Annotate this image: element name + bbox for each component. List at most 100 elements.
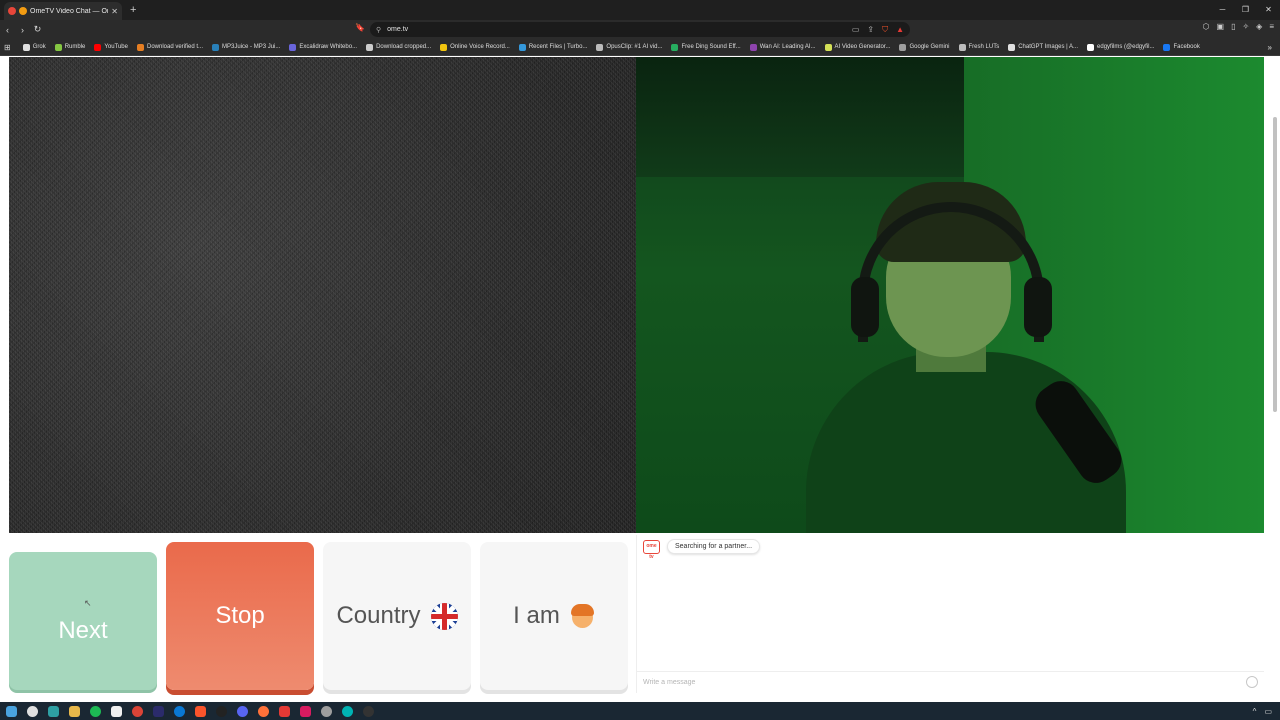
message-input[interactable]: Write a message [637,671,1264,693]
back-icon[interactable]: ‹ [0,25,15,35]
app-icon-c[interactable] [342,705,353,717]
spotify-icon[interactable] [90,705,101,717]
bookmark-label: Free Ding Sound Eff... [681,44,741,50]
iam-label: I am [513,602,560,629]
restore-icon[interactable]: ❐ [1234,0,1257,20]
reload-icon[interactable]: ↻ [30,24,45,35]
toolbar-extensions: ⬡ ▣ ▯ ✧ ◈ ≡ [1203,22,1274,31]
file-explorer-icon[interactable] [69,705,80,717]
bookmark-item[interactable]: edgyfilms (@edgyfil... [1087,43,1154,51]
uk-flag-icon [430,602,458,630]
copilot-icon[interactable] [48,705,59,717]
self-camera-video [636,57,1264,533]
obs-icon[interactable] [321,705,332,717]
bookmark-item[interactable]: Grok [22,43,46,51]
sidebar-icon[interactable]: ▯ [1231,22,1235,31]
search-icon[interactable] [27,705,38,717]
bookmark-favicon-icon [749,43,757,51]
page-scrollbar[interactable] [1273,117,1277,412]
bookmark-item[interactable]: YouTube [94,43,128,51]
bookmark-label: Online Voice Record... [450,44,510,50]
brave-rewards-icon[interactable]: ▲ [896,25,904,35]
site-info-icon[interactable]: ⚲ [376,26,381,34]
next-button[interactable]: Next [9,552,157,690]
minimize-icon[interactable]: ─ [1211,0,1234,20]
forward-icon[interactable]: › [15,25,30,35]
bookmark-label: Google Gemini [909,44,950,50]
capcut-icon[interactable] [300,705,311,717]
new-tab-button[interactable]: + [130,4,136,16]
edge-icon[interactable] [174,705,185,717]
app-icon-g2[interactable] [363,705,374,717]
bookmark-page-icon[interactable]: 🔖 [355,23,365,32]
bookmark-label: Recent Files | Turbo... [528,44,588,50]
bookmark-item[interactable]: AI Video Generator... [824,43,890,51]
brave-taskbar-icon[interactable] [195,705,206,717]
close-window-icon[interactable]: ✕ [1257,0,1280,20]
stop-button[interactable]: Stop [166,542,314,690]
ometv-logo-icon: ome tv [643,540,660,560]
menu-icon[interactable]: ≡ [1269,22,1274,31]
chat-panel: ome tv Searching for a partner... Write … [636,535,1264,693]
extension-icon[interactable]: ⬡ [1203,22,1210,31]
bookmark-favicon-icon [440,43,448,51]
start-icon[interactable] [6,705,17,717]
app-icon-g[interactable] [216,705,227,717]
window-controls: ─ ❐ ✕ [1211,0,1280,20]
bookmark-favicon-icon [289,43,297,51]
bookmark-item[interactable]: Facebook [1163,43,1200,51]
browser-toolbar: ‹ › ↻ 🔖 ⚲ ome.tv ▭ ⇪ ⛉ ▲ ⬡ ▣ ▯ ✧ ◈ ≡ [0,20,1280,39]
bookmark-favicon-icon [1087,43,1095,51]
bookmark-label: Excalidraw Whitebo... [299,44,358,50]
bookmark-item[interactable]: Fresh LUTs [958,43,999,51]
bookmark-item[interactable]: Download verified t... [136,43,203,51]
bookmark-item[interactable]: Google Gemini [899,43,950,51]
bookmark-favicon-icon [1163,43,1171,51]
bookmark-favicon-icon [136,43,144,51]
discord-icon[interactable] [237,705,248,717]
wallet-icon[interactable]: ▣ [1217,22,1225,31]
bookmark-favicon-icon [212,43,220,51]
address-bar[interactable]: ⚲ ome.tv ▭ ⇪ ⛉ ▲ [370,22,910,37]
bookmark-item[interactable]: ChatGPT Images | A... [1008,43,1079,51]
more-bookmarks-icon[interactable]: » [1268,43,1272,52]
share-icon[interactable]: ⇪ [867,25,874,35]
tray-chevron-icon[interactable]: ^ [1253,707,1257,716]
bookmark-label: Grok [32,44,46,50]
brave-shields-icon[interactable]: ⛉ [882,25,888,35]
bookmark-favicon-icon [899,43,907,51]
bookmark-favicon-icon [366,43,374,51]
leo-ai-icon[interactable]: ✧ [1242,22,1249,31]
ometv-favicon-icon [19,7,27,15]
bookmark-label: ChatGPT Images | A... [1018,44,1079,50]
user-figure [796,162,1126,533]
emoji-icon[interactable] [1246,676,1258,688]
bookmark-item[interactable]: Online Voice Record... [440,43,510,51]
vpn-icon[interactable]: ◈ [1256,22,1262,31]
bookmark-item[interactable]: Rumble [54,43,85,51]
stop-label: Stop [215,602,265,629]
gender-button[interactable]: I am [480,542,628,690]
chrome-icon[interactable] [132,705,143,717]
after-effects-icon[interactable] [153,705,164,717]
headphone-cup-left [851,277,879,337]
bookmark-item[interactable]: Recent Files | Turbo... [518,43,588,51]
vivaldi-icon[interactable] [279,705,290,717]
close-tab-icon[interactable]: ✕ [111,7,118,16]
bookmark-favicon-icon [94,43,102,51]
notification-icon[interactable]: ▭ [1264,707,1272,716]
apps-grid-icon[interactable]: ⊞ [4,43,11,52]
browser-tab[interactable]: OmeTV Video Chat — Omegle ✕ [4,2,122,20]
cast-icon[interactable]: ▭ [852,25,860,35]
bookmark-item[interactable]: Wan AI: Leading AI... [749,43,816,51]
bookmark-label: OpusClip: #1 AI vid... [606,44,663,50]
bookmark-item[interactable]: Free Ding Sound Eff... [671,43,741,51]
notepad-icon[interactable] [111,705,122,717]
bookmark-item[interactable]: Download cropped... [366,43,431,51]
country-button[interactable]: Country [323,542,471,690]
firefox-icon[interactable] [258,705,269,717]
bookmark-item[interactable]: OpusClip: #1 AI vid... [596,43,663,51]
bookmark-favicon-icon [518,43,526,51]
bookmark-item[interactable]: Excalidraw Whitebo... [289,43,358,51]
bookmark-item[interactable]: MP3Juice - MP3 Jui... [212,43,280,51]
